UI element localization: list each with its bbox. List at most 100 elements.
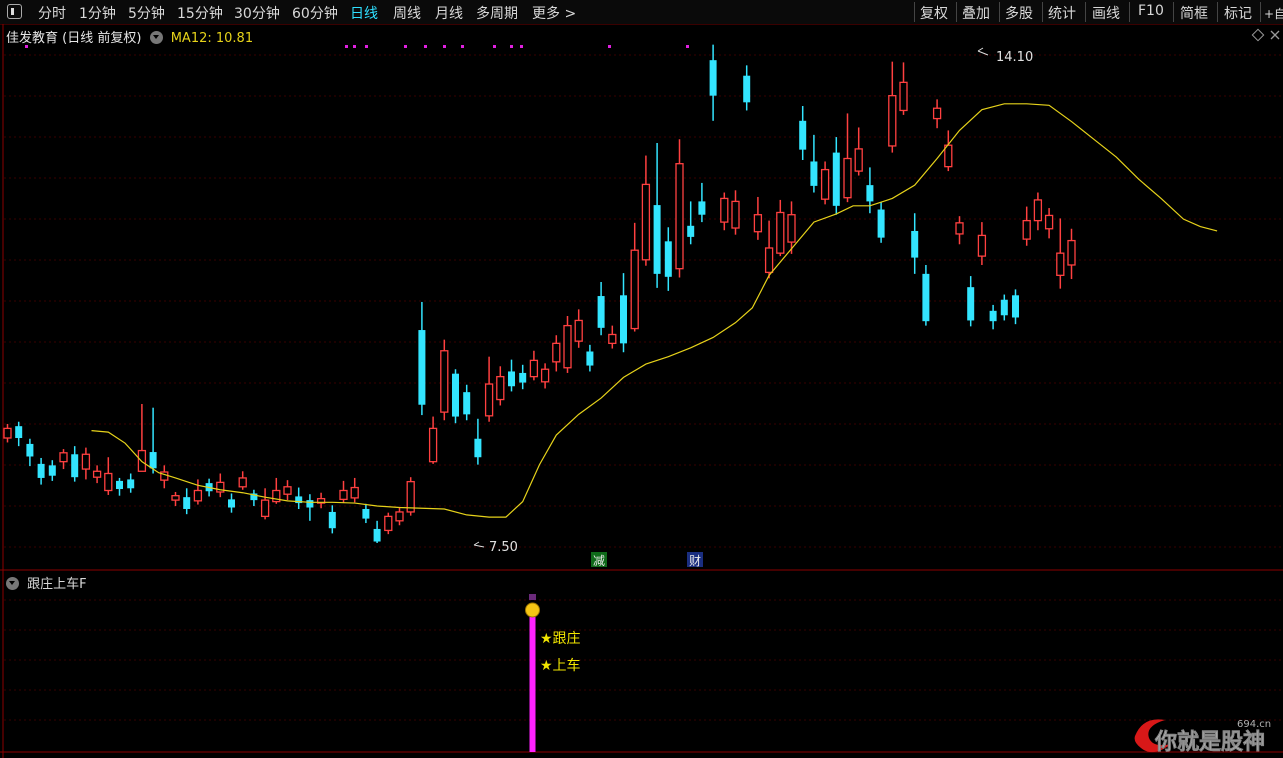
signal-dot [520, 45, 523, 48]
candle-body-down [810, 161, 818, 186]
signal-dot [345, 45, 348, 48]
candle-body-up [764, 247, 774, 274]
candle-body-up [529, 359, 539, 378]
candle-body-up [260, 499, 270, 518]
candle-body-up [484, 383, 494, 417]
candle-body-down [71, 454, 79, 478]
candle-body-up [440, 350, 449, 413]
ma12-line [91, 103, 1218, 518]
candle-body-up [193, 489, 203, 502]
candle-body-up [843, 157, 852, 199]
candle-body-up [395, 511, 404, 522]
low-price-label: 7.50 [489, 540, 518, 555]
candle-body-up [283, 486, 292, 495]
candle-body-down [149, 452, 157, 469]
candle-body-up [104, 472, 113, 492]
candle-body-up [3, 427, 12, 439]
signal-dot [461, 45, 464, 48]
signal-label-follow: ★跟庄 [540, 630, 581, 647]
candle-body-up [1033, 199, 1043, 222]
signal-dot [404, 45, 407, 48]
high-price-label: 14.10 [996, 50, 1033, 65]
low-arrow-icon [473, 541, 485, 548]
candle-body-up [731, 200, 740, 229]
price-candles [3, 44, 1076, 543]
candle-body-up [59, 452, 68, 463]
candle-body-down [664, 241, 672, 277]
signal-dot [443, 45, 446, 48]
signal-ball-icon [525, 602, 540, 618]
candle-body-down [463, 392, 471, 415]
candle-body-up [81, 453, 91, 470]
signal-dot [353, 45, 356, 48]
candle-body-up [238, 477, 247, 488]
signal-label-board: ★上车 [540, 657, 581, 674]
candle-body-down [653, 205, 661, 274]
signal-dot [493, 45, 496, 48]
candle-body-down [586, 351, 594, 366]
candle-body-up [1022, 219, 1031, 240]
signal-dot [25, 45, 28, 48]
candle-body-down [26, 443, 34, 457]
watermark-logo: 你就是股神 694.cn [1134, 719, 1271, 755]
candle-body-down [967, 287, 975, 321]
candle-body-up [977, 234, 987, 257]
candle-body-down [452, 373, 459, 417]
candle-body-down [1000, 299, 1008, 316]
candle-body-up [854, 148, 863, 172]
close-icon [1270, 30, 1280, 40]
candle-body-up [899, 81, 908, 112]
candle-body-down [989, 310, 997, 322]
candle-body-up [630, 249, 639, 330]
candle-body-up [384, 515, 393, 532]
candle-body-up [955, 222, 964, 235]
indicator-header: 跟庄上车F [6, 573, 87, 592]
signal-dot [510, 45, 513, 48]
candle-body-down [362, 508, 370, 519]
candle-body-up [787, 214, 796, 243]
candle-body-up [641, 183, 651, 261]
candle-body-up [608, 333, 617, 345]
candle-body-up [720, 197, 729, 223]
candle-body-up [776, 211, 785, 254]
candle-body-down [620, 295, 627, 344]
candle-body-down [1012, 295, 1019, 318]
candle-body-down [866, 185, 874, 202]
indicator-dropdown-icon[interactable] [6, 577, 19, 590]
badge-reduce-label: 减 [593, 554, 605, 568]
candle-body-up [563, 324, 572, 369]
signal-dot [424, 45, 427, 48]
diamond-icon [1251, 28, 1265, 42]
candle-body-down [508, 371, 515, 387]
candle-body-down [877, 209, 885, 238]
candlestick-chart: 14.10 7.50 减 财 ★跟庄 ★上车 [0, 24, 1283, 758]
candle-body-down [306, 500, 314, 508]
candle-body-up [496, 375, 505, 401]
candle-body-down [127, 479, 135, 489]
signal-bar [529, 612, 536, 752]
candle-body-up [932, 107, 942, 120]
indicator-panel: ★跟庄 ★上车 [525, 594, 581, 752]
chart-frame [0, 24, 1283, 758]
candle-body-up [171, 495, 180, 501]
signal-dot [608, 45, 611, 48]
candle-body-up [888, 95, 897, 147]
svg-text:694.cn: 694.cn [1237, 719, 1271, 730]
candle-body-down [597, 296, 605, 328]
candle-body-down [799, 120, 807, 150]
candle-body-down [37, 463, 45, 478]
candle-body-up [1067, 239, 1076, 266]
candle-body-up [574, 319, 583, 342]
candle-body-down [15, 426, 23, 439]
candle-body-up [552, 342, 561, 363]
candle-body-down [474, 438, 482, 458]
candle-body-down [373, 528, 381, 542]
high-arrow-icon [977, 47, 989, 56]
candle-body-down [832, 152, 840, 206]
indicator-title: 跟庄上车F [27, 577, 87, 592]
candle-body-down [48, 465, 56, 476]
candle-body-down [418, 330, 426, 405]
candle-body-up [1056, 252, 1065, 276]
signal-dot [686, 45, 689, 48]
candle-body-up [753, 214, 763, 233]
